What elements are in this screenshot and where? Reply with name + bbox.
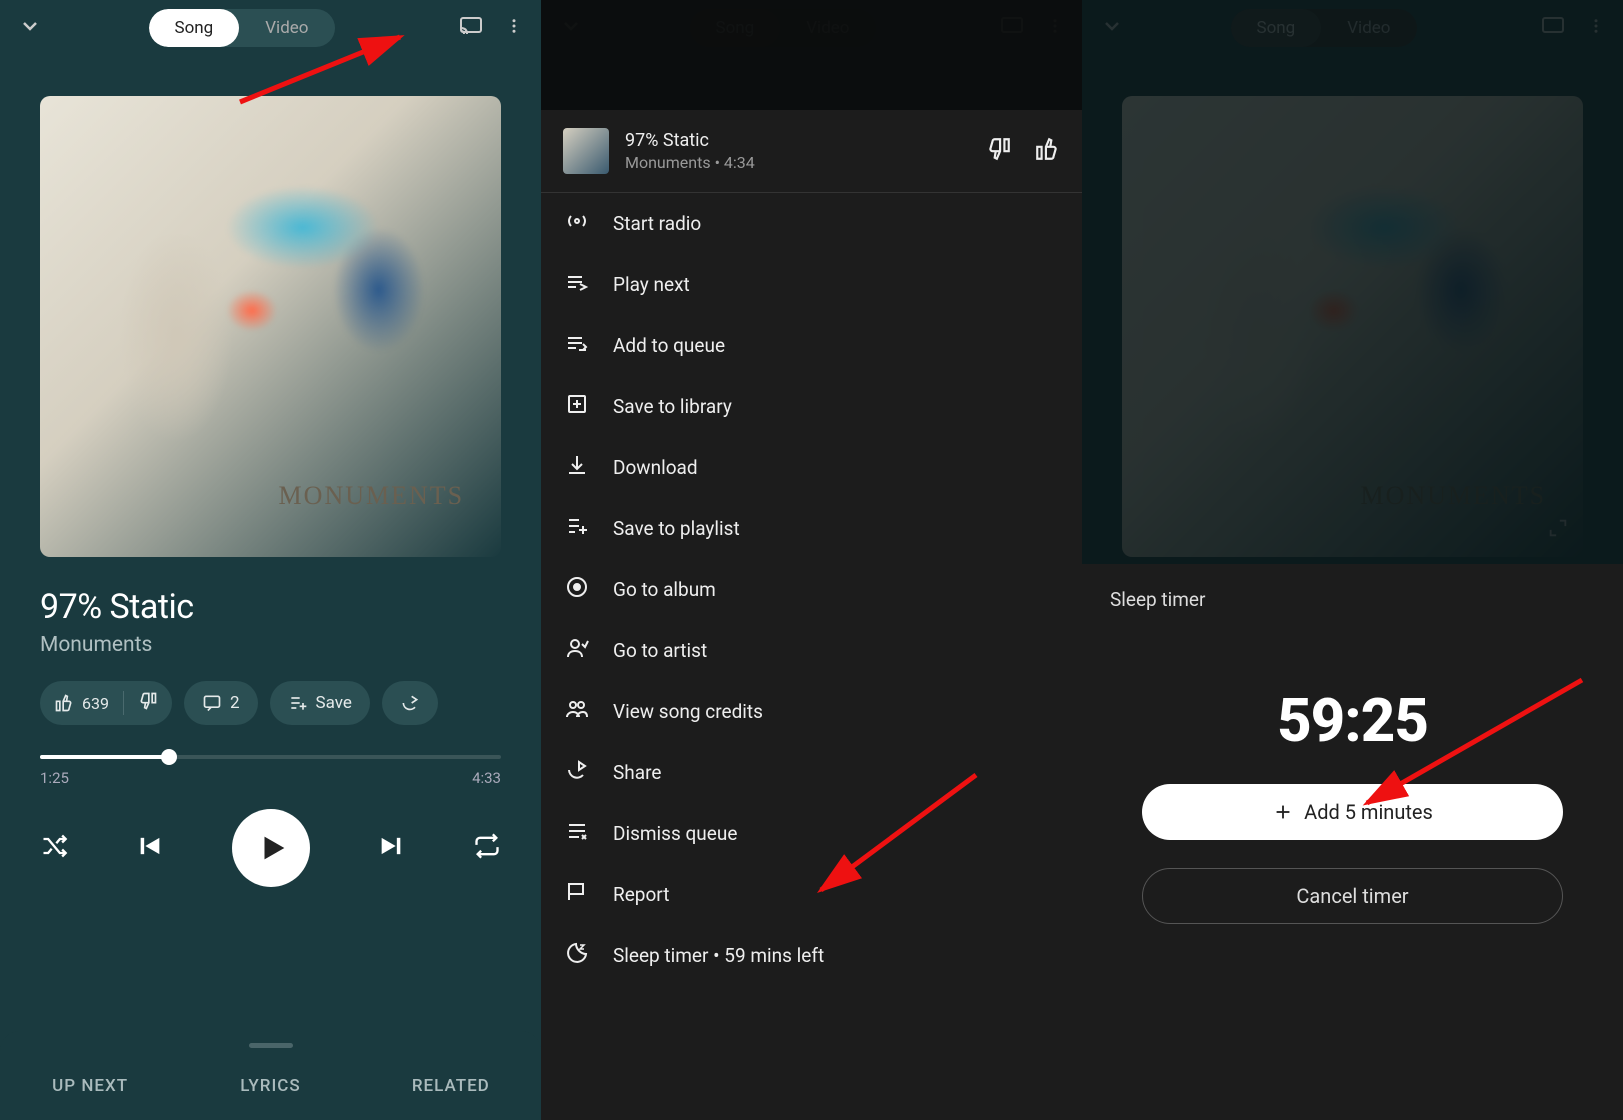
share-button[interactable] [382, 681, 438, 725]
cast-icon[interactable] [441, 14, 483, 42]
sleep-timer-title: Sleep timer [1082, 564, 1623, 635]
menu-item-label: View song credits [613, 700, 763, 723]
repeat-icon[interactable] [473, 832, 501, 864]
tab-related[interactable]: RELATED [361, 1062, 541, 1120]
shuffle-icon[interactable] [40, 832, 68, 864]
menu-item-play-next[interactable]: Play next [541, 254, 1082, 315]
tab-lyrics[interactable]: LYRICS [180, 1062, 360, 1120]
menu-item-share[interactable]: Share [541, 742, 1082, 803]
share-icon [565, 758, 589, 787]
sleep-timer-icon [565, 941, 589, 970]
dislike-button[interactable] [138, 691, 158, 715]
menu-item-add-to-queue[interactable]: Add to queue [541, 315, 1082, 376]
play-next-icon [565, 270, 589, 299]
more-menu-icon[interactable] [493, 17, 523, 39]
song-tab[interactable]: Song [149, 9, 240, 47]
go-to-artist-icon [565, 636, 589, 665]
menu-item-label: Save to playlist [613, 517, 740, 540]
time-current: 1:25 [40, 769, 69, 787]
menu-item-download[interactable]: Download [541, 437, 1082, 498]
menu-item-label: Share [613, 761, 661, 784]
menu-item-label: Download [613, 456, 698, 479]
timer-countdown: 59:25 [1277, 685, 1428, 756]
album-art-text: MONUMENTS [279, 481, 465, 511]
save-to-library-icon [565, 392, 589, 421]
menu-item-save-to-playlist[interactable]: Save to playlist [541, 498, 1082, 559]
menu-item-view-credits[interactable]: View song credits [541, 681, 1082, 742]
save-button[interactable]: Save [270, 681, 370, 725]
menu-item-sleep-timer[interactable]: Sleep timer • 59 mins left [541, 925, 1082, 986]
download-icon [565, 453, 589, 482]
start-radio-icon [565, 209, 589, 238]
mini-album-art [563, 128, 609, 174]
context-menu-screen: Song Video 97% Static Monuments • 4:34 S… [541, 0, 1082, 1120]
thumbs-up-icon[interactable] [1034, 136, 1060, 166]
chevron-down-icon[interactable] [18, 14, 42, 42]
top-bar: Song Video [0, 0, 541, 56]
previous-icon[interactable] [136, 832, 164, 864]
save-to-playlist-icon [565, 514, 589, 543]
menu-item-label: Report [613, 883, 669, 906]
menu-item-go-to-album[interactable]: Go to album [541, 559, 1082, 620]
comments-button[interactable]: 2 [184, 681, 258, 725]
report-icon [565, 880, 589, 909]
next-icon[interactable] [377, 832, 405, 864]
menu-item-label: Start radio [613, 212, 701, 235]
action-row: 639 2 Save [40, 681, 541, 725]
menu-item-start-radio[interactable]: Start radio [541, 193, 1082, 254]
dismiss-queue-icon [565, 819, 589, 848]
menu-track-subtitle: Monuments • 4:34 [625, 153, 970, 172]
sleep-timer-sheet: Sleep timer 59:25 Add 5 minutes Cancel t… [1082, 564, 1623, 1120]
time-total: 4:33 [472, 769, 501, 787]
menu-track-title: 97% Static [625, 130, 970, 151]
menu-item-label: Dismiss queue [613, 822, 737, 845]
go-to-album-icon [565, 575, 589, 604]
play-button[interactable] [232, 809, 310, 887]
track-artist[interactable]: Monuments [40, 633, 501, 657]
song-video-toggle[interactable]: Song Video [149, 9, 335, 47]
menu-item-go-to-artist[interactable]: Go to artist [541, 620, 1082, 681]
progress-bar[interactable] [40, 755, 501, 759]
menu-item-label: Play next [613, 273, 690, 296]
like-button[interactable]: 639 [54, 693, 109, 713]
menu-item-dismiss-queue[interactable]: Dismiss queue [541, 803, 1082, 864]
thumbs-down-icon[interactable] [986, 136, 1012, 166]
tab-up-next[interactable]: UP NEXT [0, 1062, 180, 1120]
menu-item-save-to-library[interactable]: Save to library [541, 376, 1082, 437]
menu-item-label: Sleep timer • 59 mins left [613, 944, 824, 967]
now-playing-screen: Song Video MONUMENTS 97% Static Monument… [0, 0, 541, 1120]
cancel-timer-button[interactable]: Cancel timer [1142, 868, 1563, 924]
add-to-queue-icon [565, 331, 589, 360]
track-title: 97% Static [40, 587, 501, 627]
add-5-minutes-button[interactable]: Add 5 minutes [1142, 784, 1563, 840]
bottom-sheet-tabs[interactable]: UP NEXT LYRICS RELATED [0, 1031, 541, 1120]
menu-item-report[interactable]: Report [541, 864, 1082, 925]
menu-item-label: Save to library [613, 395, 732, 418]
sleep-timer-screen: Song Video MONUMENTS 97% Static Monument… [1082, 0, 1623, 1120]
video-tab[interactable]: Video [239, 9, 334, 47]
menu-item-label: Add to queue [613, 334, 725, 357]
menu-item-label: Go to album [613, 578, 716, 601]
menu-item-label: Go to artist [613, 639, 707, 662]
view-credits-icon [565, 697, 589, 726]
album-art[interactable]: MONUMENTS [40, 96, 501, 557]
playback-controls [40, 809, 501, 887]
context-menu: 97% Static Monuments • 4:34 Start radio P… [541, 110, 1082, 1120]
